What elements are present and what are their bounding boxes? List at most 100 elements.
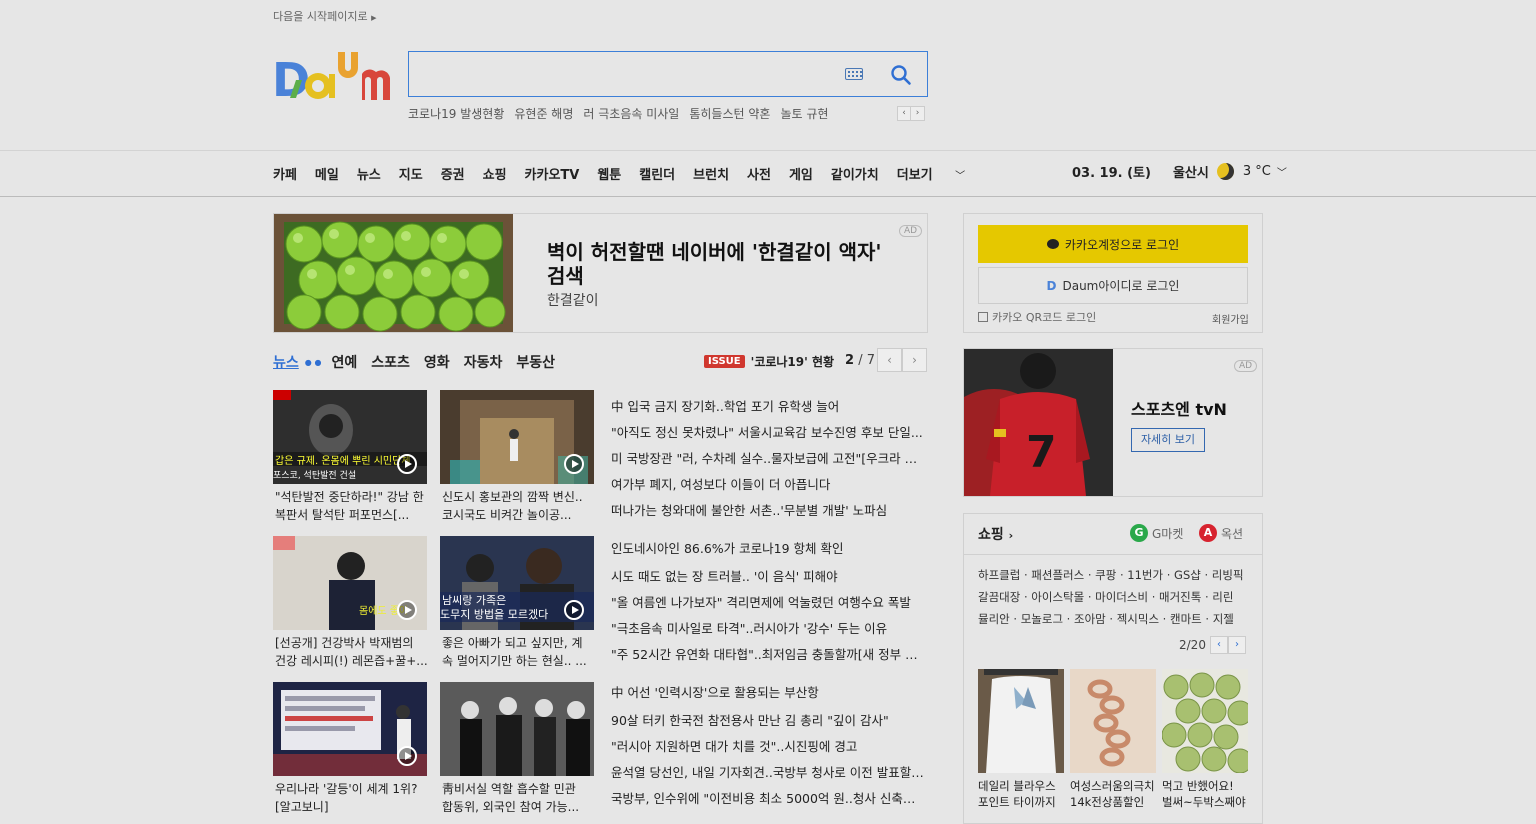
ad-image-soccer[interactable]: 7 — [964, 349, 1113, 496]
product-image[interactable] — [978, 669, 1064, 773]
nav-item-calendar[interactable]: 캘린더 — [639, 164, 675, 183]
ad-badge: AD — [899, 218, 923, 237]
headline-link[interactable]: 인도네시아인 86.6%가 코로나19 항체 확인 — [611, 538, 926, 557]
trending-next-button[interactable]: › — [911, 106, 925, 121]
nav-item-kakaotv[interactable]: 카카오TV — [525, 164, 580, 183]
headline-link[interactable]: 여가부 폐지, 여성보다 이들이 더 아픕니다 — [611, 474, 926, 493]
ad-image-apples[interactable] — [274, 214, 513, 332]
nav-item-map[interactable]: 지도 — [399, 164, 423, 183]
nav-item-together[interactable]: 같이가치 — [831, 164, 879, 183]
product-image[interactable] — [1162, 669, 1248, 773]
set-start-page-link[interactable]: 다음을 시작페이지로 ▶ — [273, 8, 376, 24]
trending-item[interactable]: 톰히들스턴 약혼 — [689, 105, 770, 122]
trending-item[interactable]: 러 극초음속 미사일 — [583, 105, 679, 122]
daum-logo[interactable]: D — [272, 48, 390, 100]
shopping-pager: 2/20 ‹ › — [1179, 636, 1246, 654]
nav-item-cafe[interactable]: 카페 — [273, 164, 297, 183]
headline-link[interactable]: 中 입국 금지 장기화..학업 포기 유학생 늘어 — [611, 396, 926, 415]
tab-news[interactable]: 뉴스 — [273, 352, 299, 372]
svg-text:도무지 방법을 모르겠다: 도무지 방법을 모르겠다 — [440, 608, 548, 621]
news-pager: 2 / 7 — [845, 353, 875, 368]
product-caption[interactable]: 여성스러움의극치 14k전상품할인 — [1070, 778, 1160, 810]
trending-item[interactable]: 놀토 규현 — [780, 105, 828, 122]
auction-link[interactable]: A 옥션 — [1199, 524, 1243, 542]
video-caption[interactable]: 우리나라 '갈등'이 세계 1위? [알고보니] — [275, 780, 431, 816]
news-thumbnail[interactable] — [440, 682, 594, 776]
nav-item-more[interactable]: 더보기 ﹀ — [897, 164, 983, 183]
nav-item-news[interactable]: 뉴스 — [357, 164, 381, 183]
tab-movie[interactable]: 영화 — [424, 352, 450, 372]
play-icon — [397, 746, 417, 766]
headline-link[interactable]: "아직도 정신 못차렸나" 서울시교육감 보수진영 후보 단일... — [611, 422, 926, 441]
video-caption[interactable]: 좋은 아빠가 되고 싶지만, 계속 멀어지기만 하는 현실.. ... — [442, 634, 598, 670]
play-icon — [564, 454, 584, 474]
ad-subtitle: 한결같이 — [547, 293, 599, 309]
shopping-prev-button[interactable]: ‹ — [1209, 636, 1228, 654]
nav-item-mail[interactable]: 메일 — [315, 164, 339, 183]
video-caption[interactable]: 신도시 홍보관의 깜짝 변신.. 코시국도 비켜간 놀이공... — [442, 488, 598, 524]
svg-text:남씨랑 가족은: 남씨랑 가족은 — [442, 594, 506, 607]
headline-link[interactable]: 국방부, 인수위에 "이전비용 최소 5000억 원..청사 신축해야" — [611, 788, 926, 807]
qr-login-link[interactable]: 카카오 QR코드 로그인 — [978, 309, 1096, 325]
headline-link[interactable]: "러시아 지원하면 대가 치를 것"..시진핑에 경고 — [611, 736, 926, 755]
news-tabs: 뉴스 ● ● 연예 스포츠 영화 자동차 부동산 — [273, 352, 569, 372]
tab-realestate[interactable]: 부동산 — [516, 352, 555, 372]
product-caption[interactable]: 먹고 반했어요! 벌써~두박스째야 — [1162, 778, 1252, 810]
dots-indicator-icon: ● ● — [304, 357, 322, 367]
nav-item-game[interactable]: 게임 — [789, 164, 813, 183]
product-image[interactable] — [1070, 669, 1156, 773]
side-ad-detail-button[interactable]: 자세히 보기 — [1131, 428, 1205, 452]
kakao-login-button[interactable]: 카카오계정으로 로그인 — [978, 225, 1248, 263]
trending-item[interactable]: 코로나19 발생현황 — [408, 105, 504, 122]
shopping-title-link[interactable]: 쇼핑 › — [978, 524, 1013, 544]
ad-badge: AD — [1234, 353, 1258, 372]
headline-link[interactable]: "주 52시간 유연화 대타협"..최저임금 충돌할까[새 정부 이... — [611, 644, 926, 663]
news-caption[interactable]: 靑비서실 역할 흡수할 민관 합동위, 외국인 참여 가능... — [442, 780, 598, 816]
signup-link[interactable]: 회원가입 — [1212, 311, 1249, 326]
headline-link[interactable]: "올 여름엔 나가보자" 격리면제에 억눌렸던 여행수요 폭발 — [611, 592, 926, 611]
headline-link[interactable]: 떠나가는 청와대에 불안한 서촌..'무분별 개발' 노파심 — [611, 500, 926, 519]
gmarket-link[interactable]: G G마켓 — [1130, 524, 1183, 542]
chevron-down-icon: ﹀ — [955, 171, 966, 182]
news-prev-button[interactable]: ‹ — [877, 348, 902, 372]
temperature-text: 3 °C — [1242, 164, 1271, 179]
keyboard-icon[interactable] — [845, 68, 863, 80]
headline-link[interactable]: "극초음속 미사일로 타격"..러시아가 '강수' 두는 이유 — [611, 618, 926, 637]
nav-item-shopping[interactable]: 쇼핑 — [483, 164, 507, 183]
tab-entertainment[interactable]: 연예 — [332, 352, 358, 372]
shopping-links-row[interactable]: 하프클럽 · 패션플러스 · 쿠팡 · 11번가 · GS샵 · 리빙픽 — [978, 567, 1248, 583]
nav-item-brunch[interactable]: 브런치 — [693, 164, 729, 183]
headline-link[interactable]: 윤석열 당선인, 내일 기자회견..국방부 청사로 이전 발표할 듯 — [611, 762, 926, 781]
shopping-links-row[interactable]: 갈끔대장 · 아이스탁몰 · 마이더스비 · 매거진톡 · 리린 — [978, 589, 1248, 605]
video-thumbnail[interactable]: 갑은 규제. 온몸에 뿌린 시민단체 포스코, 석탄발전 건설 — [273, 390, 427, 484]
headline-link[interactable]: 미 국방장관 "러, 수차례 실수..물자보급에 고전"[우크라 침공] — [611, 448, 926, 467]
svg-text:포스코, 석탄발전 건설: 포스코, 석탄발전 건설 — [273, 470, 356, 481]
tab-car[interactable]: 자동차 — [464, 352, 503, 372]
daum-login-button[interactable]: D Daum아이디로 로그인 — [978, 267, 1248, 304]
side-ad-title[interactable]: 스포츠엔 tvN — [1131, 396, 1227, 420]
video-thumbnail[interactable]: 남씨랑 가족은 도무지 방법을 모르겠다 — [440, 536, 594, 630]
ad-title[interactable]: 벽이 허전할땐 네이버에 '한결같이 액자' 검색 — [547, 240, 887, 288]
video-thumbnail[interactable] — [440, 390, 594, 484]
trending-prev-button[interactable]: ‹ — [897, 106, 911, 121]
tab-sports[interactable]: 스포츠 — [371, 352, 410, 372]
video-thumbnail[interactable]: 몸에도 좋아 — [273, 536, 427, 630]
trending-item[interactable]: 유현준 해명 — [514, 105, 573, 122]
nav-item-dictionary[interactable]: 사전 — [747, 164, 771, 183]
play-icon — [564, 600, 584, 620]
headline-link[interactable]: 90살 터키 한국전 참전용사 만난 김 총리 "깊이 감사" — [611, 710, 926, 729]
shopping-links-row[interactable]: 뮬리안 · 모놀로그 · 조아맘 · 젝시믹스 · 캔마트 · 지젤 — [978, 611, 1248, 627]
headline-link[interactable]: 中 어선 '인력시장'으로 활용되는 부산항 — [611, 682, 926, 701]
video-caption[interactable]: "석탄발전 중단하라!" 강남 한 복판서 탈석탄 퍼포먼스[... — [275, 488, 431, 524]
headline-link[interactable]: 시도 때도 없는 장 트러블.. '이 음식' 피해야 — [611, 566, 926, 585]
nav-item-stock[interactable]: 증권 — [441, 164, 465, 183]
weather-widget[interactable]: 03. 19. (토) 울산시 3 °C ﹀ — [1072, 162, 1287, 181]
product-caption[interactable]: 데일리 블라우스 포인트 타이까지 — [978, 778, 1068, 810]
search-icon[interactable] — [890, 64, 912, 86]
video-thumbnail[interactable] — [273, 682, 427, 776]
news-next-button[interactable]: › — [902, 348, 927, 372]
nav-item-webtoon[interactable]: 웹툰 — [597, 164, 621, 183]
issue-link[interactable]: ISSUE '코로나19' 현황 — [704, 353, 834, 370]
video-caption[interactable]: [선공개] 건강박사 박재범의 건강 레시피(!) 레몬즙+꿀+... — [275, 634, 431, 670]
shopping-next-button[interactable]: › — [1227, 636, 1246, 654]
